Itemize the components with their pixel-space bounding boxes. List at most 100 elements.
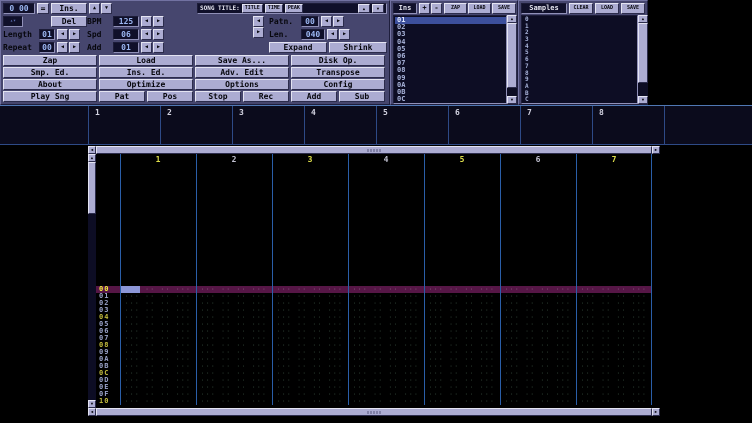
pattern-row[interactable]: 0E··· ·· ·· ······ ·· ·· ······ ·· ·· ··… (96, 384, 652, 391)
pattern-dec-button[interactable]: ◀ (321, 16, 332, 27)
pattern-row[interactable]: 08··· ·· ·· ······ ·· ·· ······ ·· ·· ··… (96, 342, 652, 349)
pattern-row[interactable]: 02··· ·· ·· ······ ·· ·· ······ ·· ·· ··… (96, 300, 652, 307)
pattern-cell[interactable]: ··· ·· ·· ··· (120, 377, 196, 384)
pattern-top-scrollbar[interactable]: ◀ ▶ (88, 146, 660, 154)
pattern-cell[interactable]: ··· ·· ·· ··· (196, 300, 272, 307)
sample-item[interactable]: A (523, 84, 637, 91)
pattern-cell[interactable]: ··· ·· ·· ··· (500, 286, 576, 293)
pattern-cell[interactable]: ··· ·· ·· ··· (348, 349, 424, 356)
scrollbar-track[interactable] (96, 146, 652, 154)
pattern-row[interactable]: 10··· ·· ·· ······ ·· ·· ······ ·· ·· ··… (96, 398, 652, 405)
scroll-right-icon[interactable]: ▶ (652, 408, 660, 416)
pattern-cell[interactable]: ··· ·· ·· ··· (272, 384, 348, 391)
pattern-cell[interactable]: ··· ·· ·· ··· (272, 391, 348, 398)
instrument-item[interactable]: 09 (395, 75, 506, 82)
pattern-cell[interactable]: ··· ·· ·· ··· (576, 356, 652, 363)
scroll-up-icon[interactable]: ▲ (507, 15, 517, 23)
section-flip-left-button[interactable]: ◀ (253, 16, 264, 27)
pattern-cell[interactable]: ··· ·· ·· ··· (196, 307, 272, 314)
tab-peak[interactable]: PEAK (285, 4, 303, 13)
pattern-cell[interactable]: ··· ·· ·· ··· (348, 335, 424, 342)
expand-button[interactable]: Expand (269, 42, 327, 53)
tab-title[interactable]: TITLE (242, 4, 263, 13)
pattern-cell[interactable]: ··· ·· ·· ··· (500, 370, 576, 377)
pattern-cell[interactable]: ··· ·· ·· ··· (272, 363, 348, 370)
pattern-cell[interactable]: ··· ·· ·· ··· (500, 356, 576, 363)
pattern-cell[interactable]: ··· ·· ·· ··· (272, 356, 348, 363)
pattern-cell[interactable]: ··· ·· ·· ··· (272, 370, 348, 377)
pattern-cell[interactable]: ··· ·· ·· ··· (424, 307, 500, 314)
pattern-cell[interactable]: ··· ·· ·· ··· (120, 370, 196, 377)
position-up-button[interactable]: ▲ (89, 3, 100, 14)
pattern-cell[interactable]: ··· ·· ·· ··· (120, 398, 196, 405)
pattern-cell[interactable]: ··· ·· ·· ··· (196, 314, 272, 321)
pattern-cell[interactable]: ··· ·· ·· ··· (348, 363, 424, 370)
instrument-item[interactable]: 06 (395, 53, 506, 60)
pattern-row[interactable]: 09··· ·· ·· ······ ·· ·· ······ ·· ·· ··… (96, 349, 652, 356)
instrument-item[interactable]: 05 (395, 46, 506, 53)
pattern-cell[interactable]: ··· ·· ·· ··· (272, 349, 348, 356)
menu-button-transpose[interactable]: Transpose (291, 67, 385, 78)
pattern-cell[interactable]: ··· ·· ·· ··· (576, 377, 652, 384)
pattern-cell[interactable]: ··· ·· ·· ··· (272, 300, 348, 307)
pattern-cell[interactable]: ··· ·· ·· ··· (196, 377, 272, 384)
sample-load-button[interactable]: Load (595, 3, 619, 14)
channel-header[interactable]: 2 (196, 154, 272, 165)
sample-item[interactable]: B (523, 91, 637, 98)
sample-item[interactable]: 7 (523, 64, 637, 71)
pattern-cell[interactable]: ··· ·· ·· ··· (500, 377, 576, 384)
pattern-row[interactable]: 0B··· ·· ·· ······ ·· ·· ······ ·· ·· ··… (96, 363, 652, 370)
menu-button-save-as[interactable]: Save As... (195, 55, 289, 66)
pattern-cell[interactable]: ··· ·· ·· ··· (424, 328, 500, 335)
position-display[interactable]: 0 00 (3, 3, 35, 14)
scroll-right-icon[interactable]: ▶ (652, 146, 660, 154)
pattern-cell[interactable]: ··· ·· ·· ··· (120, 314, 196, 321)
menu-button-about[interactable]: About (3, 79, 97, 90)
instrument-item[interactable]: 07 (395, 60, 506, 67)
pattern-cell[interactable]: ··· ·· ·· ··· (576, 321, 652, 328)
pattern-cell[interactable]: ··· ·· ·· ··· (424, 342, 500, 349)
shrink-button[interactable]: Shrink (329, 42, 387, 53)
transport-button-stop[interactable]: Stop (195, 91, 241, 102)
pattern-row[interactable]: 06··· ·· ·· ······ ·· ·· ······ ·· ·· ··… (96, 328, 652, 335)
pattern-cell[interactable]: ··· ·· ·· ··· (576, 307, 652, 314)
instrument-item[interactable]: 04 (395, 39, 506, 46)
pattern-cell[interactable]: ··· ·· ·· ··· (576, 384, 652, 391)
sample-item[interactable]: 5 (523, 50, 637, 57)
pattern-cell[interactable]: ··· ·· ·· ··· (272, 335, 348, 342)
menu-button-config[interactable]: Config (291, 79, 385, 90)
menu-button[interactable]: = (37, 3, 49, 14)
instrument-item[interactable]: 03 (395, 31, 506, 38)
pattern-cell[interactable]: ··· ·· ·· ··· (500, 321, 576, 328)
pattern-cell[interactable]: ··· ·· ·· ··· (424, 349, 500, 356)
scope-channel[interactable]: 8 (592, 106, 664, 144)
pattern-cell[interactable]: ··· ·· ·· ··· (120, 342, 196, 349)
scope-channel[interactable]: 2 (160, 106, 232, 144)
sample-item[interactable]: 9 (523, 77, 637, 84)
transport-button-add[interactable]: Add (291, 91, 337, 102)
instrument-add-button[interactable]: + (419, 3, 430, 14)
pattern-cell[interactable]: ··· ·· ·· ··· (576, 293, 652, 300)
pattern-cell[interactable]: ··· ·· ·· ··· (424, 300, 500, 307)
instrument-remove-button[interactable]: - (431, 3, 442, 14)
pattern-cell[interactable]: ··· ·· ·· ··· (120, 384, 196, 391)
sample-list[interactable]: 0123456789ABC (521, 15, 638, 104)
pattern-cell[interactable]: ··· ·· ·· ··· (348, 398, 424, 405)
pattern-cell[interactable]: ··· ·· ·· ··· (196, 356, 272, 363)
pattern-cell[interactable]: ··· ·· ·· ··· (500, 328, 576, 335)
pattern-cell[interactable]: ··· ·· ·· ··· (196, 342, 272, 349)
pattern-cell[interactable]: ··· ·· ·· ··· (424, 377, 500, 384)
pattern-cell[interactable]: ··· ·· ·· ··· (424, 384, 500, 391)
pattern-cell[interactable]: ··· ·· ·· ··· (348, 314, 424, 321)
scroll-down-icon[interactable]: ▼ (638, 96, 648, 104)
pattern-cell[interactable]: ··· ·· ·· ··· (272, 286, 348, 293)
sample-clear-button[interactable]: Clear (569, 3, 593, 14)
scroll-down-icon[interactable]: ▼ (507, 96, 517, 104)
scroll-thumb[interactable] (88, 162, 96, 214)
pattern-cell[interactable]: ··· ·· ·· ··· (500, 391, 576, 398)
transport-button-sub[interactable]: Sub (339, 91, 385, 102)
pattern-length-dec-button[interactable]: ◀ (327, 29, 338, 40)
pattern-cell[interactable]: ··· ·· ·· ··· (424, 321, 500, 328)
pattern-cell[interactable]: ··· ·· ·· ··· (196, 398, 272, 405)
pattern-row[interactable]: 0C··· ·· ·· ······ ·· ·· ······ ·· ·· ··… (96, 370, 652, 377)
